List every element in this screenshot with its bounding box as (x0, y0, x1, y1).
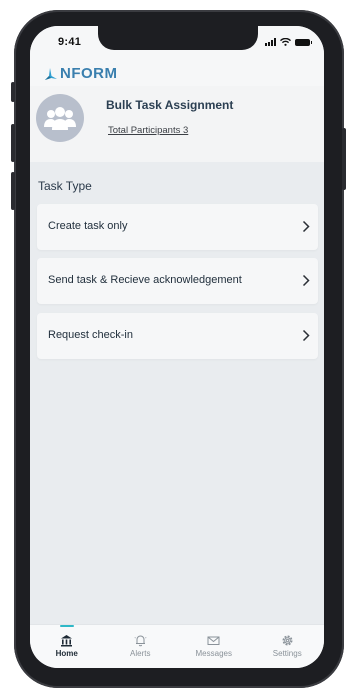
task-type-create-task-only[interactable]: Create task only (37, 204, 318, 250)
logo-text: NFORM (60, 65, 118, 82)
page-title: Bulk Task Assignment (106, 98, 234, 112)
power-button (342, 128, 346, 190)
app-header: NFORM (30, 60, 324, 86)
tab-label: Alerts (130, 649, 151, 658)
volume-down-button (11, 172, 15, 210)
signal-icon (265, 38, 276, 46)
section-title: Task Type (38, 179, 92, 193)
tab-settings[interactable]: Settings (251, 625, 325, 668)
task-type-request-check-in[interactable]: Request check-in (37, 313, 318, 359)
tab-messages[interactable]: Messages (177, 625, 251, 668)
tab-label: Settings (272, 649, 302, 658)
gear-icon (282, 635, 293, 646)
screen: 9:41 NFORM Bulk Task Assignment Total Pa… (30, 26, 324, 668)
volume-up-button (11, 124, 15, 162)
total-participants-link[interactable]: Total Participants 3 (108, 125, 188, 136)
mute-switch (11, 82, 15, 102)
profile-card: Bulk Task Assignment Total Participants … (30, 86, 324, 162)
status-icons (265, 38, 312, 46)
tab-home[interactable]: Home (30, 625, 104, 668)
status-bar: 9:41 (30, 26, 324, 60)
task-type-label: Request check-in (48, 329, 133, 341)
chevron-right-icon (302, 329, 310, 342)
bank-icon (61, 635, 73, 647)
battery-icon (295, 38, 312, 46)
app-logo: NFORM (42, 65, 118, 82)
tab-label: Messages (195, 649, 232, 658)
tab-label: Home (55, 649, 78, 658)
status-time: 9:41 (58, 36, 82, 48)
chevron-right-icon (302, 274, 310, 287)
chevron-right-icon (302, 220, 310, 233)
task-type-label: Create task only (48, 220, 128, 232)
notch (98, 26, 258, 50)
tab-bar: Home Alerts Messages Settings (30, 624, 324, 668)
task-type-label: Send task & Recieve acknowledgement (48, 274, 242, 286)
active-tab-indicator (59, 625, 74, 627)
mail-icon (207, 636, 220, 645)
group-avatar-icon (36, 94, 84, 142)
nform-logo-mark-icon (45, 67, 57, 80)
bell-icon (134, 635, 147, 647)
tab-alerts[interactable]: Alerts (104, 625, 178, 668)
task-type-send-and-acknowledge[interactable]: Send task & Recieve acknowledgement (37, 258, 318, 304)
wifi-icon (280, 38, 291, 46)
